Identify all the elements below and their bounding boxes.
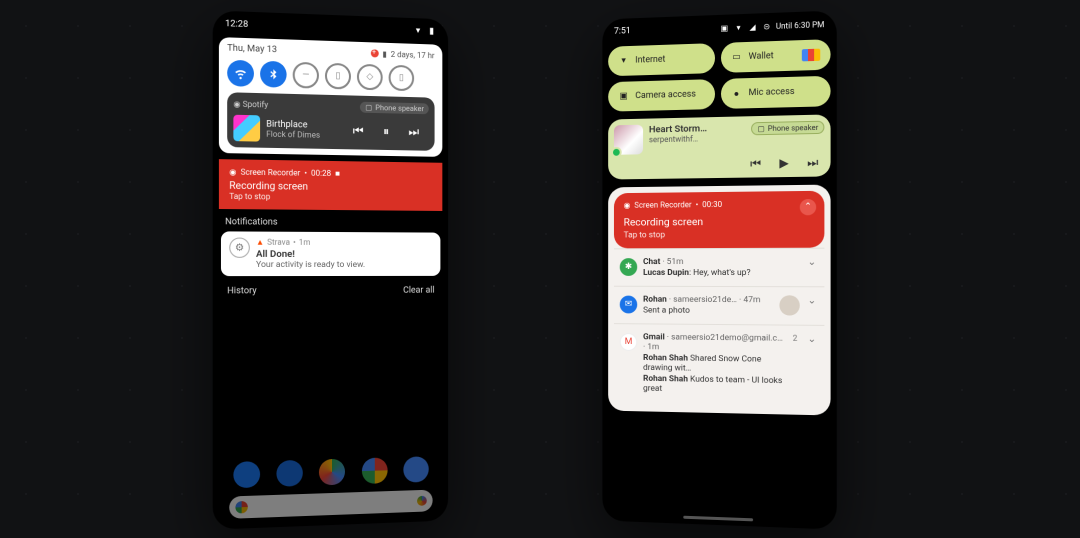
strava-notification[interactable]: ⚙ ▲ Strava • 1m All Done! Your activity …: [221, 231, 440, 276]
qs-flashlight-tile[interactable]: ▯: [325, 63, 351, 90]
pause-icon[interactable]: ⏸: [383, 124, 389, 139]
gmail-notification[interactable]: M Gmail · sameersio21demo@gmail.c… · 1m …: [614, 323, 824, 405]
phone-android11: 12:28 ▾ ▮ Thu, May 13 ▮ 2 days, 17 hr: [213, 10, 448, 529]
messages-app-icon[interactable]: [277, 460, 303, 487]
signal-icon: ◢: [748, 22, 758, 32]
status-bar: 12:28 ▾ ▮: [219, 15, 442, 41]
camera-icon: ▣: [618, 91, 630, 101]
assistant-icon[interactable]: [417, 496, 427, 506]
media-player-card[interactable]: Heart Storm… serpentwithf… ▢Phone speake…: [608, 114, 830, 179]
media-output-chip[interactable]: ▢Phone speaker: [360, 102, 428, 115]
album-art: [233, 115, 260, 142]
status-bar: 7:51 ▣ ▾ ◢ ⊝ Until 6:30 PM: [608, 15, 830, 41]
phone-icon: ▢: [758, 124, 765, 133]
battery-icon: ▮: [382, 49, 386, 58]
qs-dnd-tile[interactable]: ―: [293, 62, 319, 89]
media-artist: serpentwithf…: [649, 133, 746, 144]
strava-title: All Done!: [256, 249, 365, 260]
qs-battery-saver-tile[interactable]: ▯: [389, 65, 415, 91]
screen-recorder-notification[interactable]: ◉ Screen Recorder • 00:30 ⌃ Recording sc…: [614, 191, 824, 249]
skip-prev-icon[interactable]: ⏮: [750, 156, 761, 171]
wifi-icon: ▾: [413, 26, 423, 36]
record-icon: ◉: [624, 201, 631, 210]
google-icon: [235, 501, 247, 514]
gear-icon[interactable]: ⚙: [229, 238, 250, 258]
notification-count: 2: [793, 334, 798, 343]
messages-app-icon: ✉: [620, 296, 637, 314]
play-icon[interactable]: ▶: [779, 156, 788, 171]
recorder-sub: Tap to stop: [229, 192, 432, 203]
phone-app-icon[interactable]: [233, 461, 260, 488]
qs-autorotate-tile[interactable]: ◇: [357, 64, 383, 91]
record-icon: ◉: [229, 167, 236, 176]
qs-date: Thu, May 13: [227, 43, 277, 55]
chrome-icon[interactable]: [362, 457, 388, 484]
gesture-nav-pill[interactable]: [683, 516, 753, 522]
recorder-title: Recording screen: [624, 214, 814, 228]
media-artist: Flock of Dimes: [266, 129, 337, 139]
camera-app-icon[interactable]: [403, 456, 428, 482]
qs-internet-tile[interactable]: ▾Internet: [608, 43, 714, 76]
recorder-sub: Tap to stop: [624, 229, 814, 240]
recording-indicator-icon[interactable]: [371, 49, 379, 57]
chevron-down-icon[interactable]: ⌄: [806, 295, 819, 306]
wifi-icon: ▾: [733, 22, 743, 32]
wallet-card-icon: [802, 49, 820, 62]
chevron-down-icon[interactable]: ⌄: [806, 334, 819, 345]
dnd-icon: ⊝: [762, 21, 772, 31]
play-store-icon[interactable]: [319, 459, 345, 486]
phone-icon: ▢: [365, 103, 372, 112]
skip-next-icon[interactable]: ⏭: [409, 124, 420, 139]
album-art: [614, 125, 643, 155]
qs-bluetooth-tile[interactable]: [260, 61, 287, 88]
spotify-icon: ◉: [233, 100, 240, 109]
skip-next-icon[interactable]: ⏭: [807, 155, 818, 170]
spotify-badge-icon: [611, 147, 622, 158]
mic-icon: ●: [730, 88, 742, 99]
phone-android12: 7:51 ▣ ▾ ◢ ⊝ Until 6:30 PM ▾Internet ▭Wa…: [602, 10, 836, 529]
contact-avatar: [779, 295, 799, 315]
gmail-app-icon: M: [620, 333, 637, 351]
chat-notification[interactable]: ✱ Chat · 51m Lucas Dupin: Hey, what's up…: [614, 248, 824, 287]
strava-sub: Your activity is ready to view.: [256, 260, 365, 270]
skip-prev-icon[interactable]: ⏮: [353, 123, 364, 138]
home-screen-blurred: [219, 409, 442, 524]
dnd-until-label: Until 6:30 PM: [776, 20, 825, 31]
chevron-down-icon[interactable]: ⌄: [806, 257, 819, 268]
qs-mic-access-tile[interactable]: ●Mic access: [720, 76, 830, 109]
notifications-section-label: Notifications: [219, 209, 442, 233]
media-player-card[interactable]: ◉ Spotify ▢Phone speaker Birthplace Floc…: [227, 92, 434, 151]
screen-recorder-notification[interactable]: ◉ Screen Recorder • 00:28 ■ Recording sc…: [219, 159, 442, 211]
clock: 7:51: [614, 26, 631, 36]
clear-all-button[interactable]: Clear all: [403, 286, 434, 296]
media-output-chip[interactable]: ▢Phone speaker: [751, 121, 824, 136]
google-search-bar[interactable]: [229, 490, 432, 519]
media-app-label: Spotify: [243, 100, 269, 110]
quick-settings-panel: Thu, May 13 ▮ 2 days, 17 hr ― ▯ ◇ ▯: [219, 37, 442, 157]
chat-app-icon: ✱: [620, 258, 637, 276]
stop-icon: ■: [335, 169, 340, 178]
strava-icon: ▲: [256, 238, 264, 247]
qs-wallet-tile[interactable]: ▭Wallet: [720, 39, 830, 73]
qs-camera-access-tile[interactable]: ▣Camera access: [608, 79, 714, 112]
messages-notification[interactable]: ✉ Rohan · sameersio21de… · 47m Sent a ph…: [614, 286, 824, 325]
battery-icon: ▮: [427, 27, 437, 37]
notification-shade: ◉ Screen Recorder • 00:30 ⌃ Recording sc…: [608, 185, 830, 416]
history-label[interactable]: History: [227, 286, 256, 296]
cast-icon: ▣: [719, 23, 729, 33]
battery-estimate: 2 days, 17 hr: [391, 49, 435, 59]
wifi-icon: ▾: [618, 56, 630, 66]
collapse-icon[interactable]: ⌃: [800, 199, 816, 215]
clock: 12:28: [225, 19, 248, 30]
qs-wifi-tile[interactable]: [227, 60, 254, 87]
wallet-icon: ▭: [730, 52, 742, 62]
